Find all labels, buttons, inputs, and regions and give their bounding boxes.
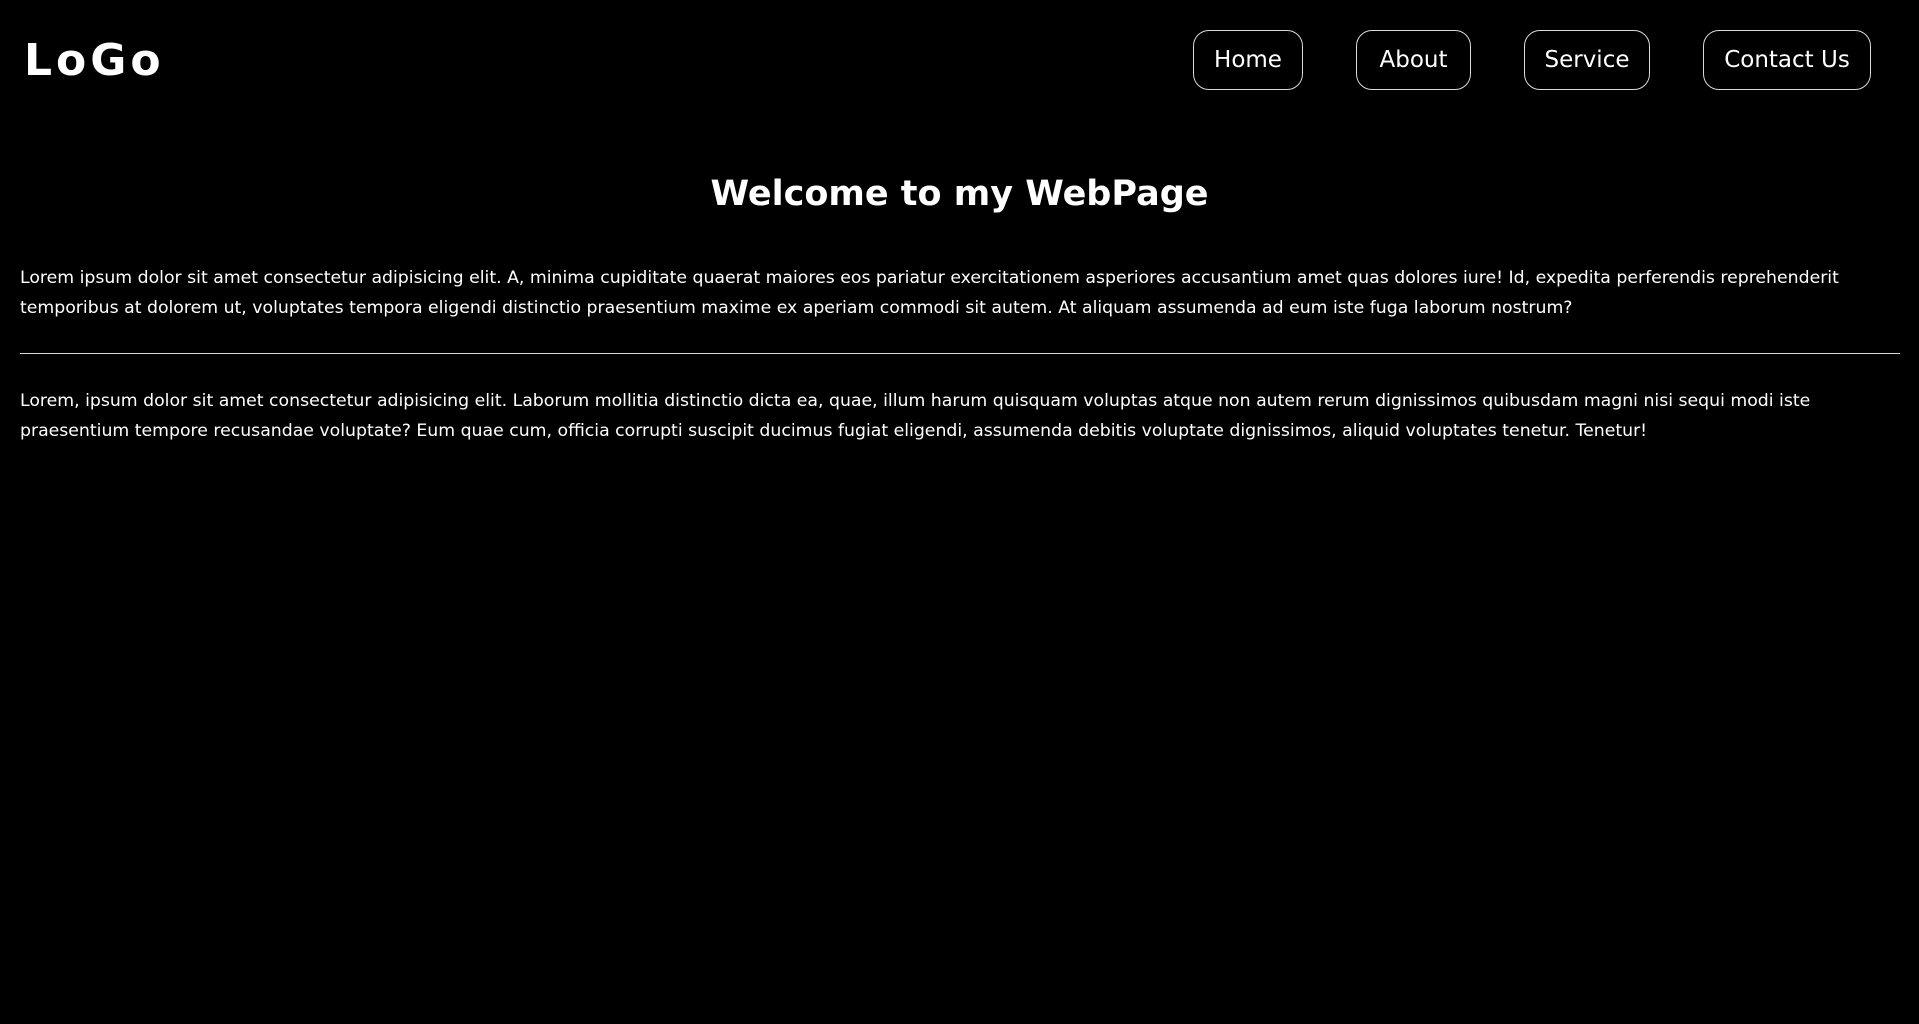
nav-home-button[interactable]: Home: [1193, 30, 1303, 90]
nav-about-button[interactable]: About: [1356, 30, 1471, 90]
site-header: LoGo Home About Service Contact Us: [0, 0, 1919, 120]
nav-service-button[interactable]: Service: [1524, 30, 1650, 90]
second-paragraph: Lorem, ipsum dolor sit amet consectetur …: [20, 391, 1811, 441]
section-divider: [20, 353, 1900, 354]
intro-paragraph: Lorem ipsum dolor sit amet consectetur a…: [20, 268, 1839, 318]
main-nav: Home About Service Contact Us: [0, 30, 1919, 92]
page-title: Welcome to my WebPage: [710, 174, 1209, 214]
nav-contact-us-button[interactable]: Contact Us: [1703, 30, 1871, 90]
